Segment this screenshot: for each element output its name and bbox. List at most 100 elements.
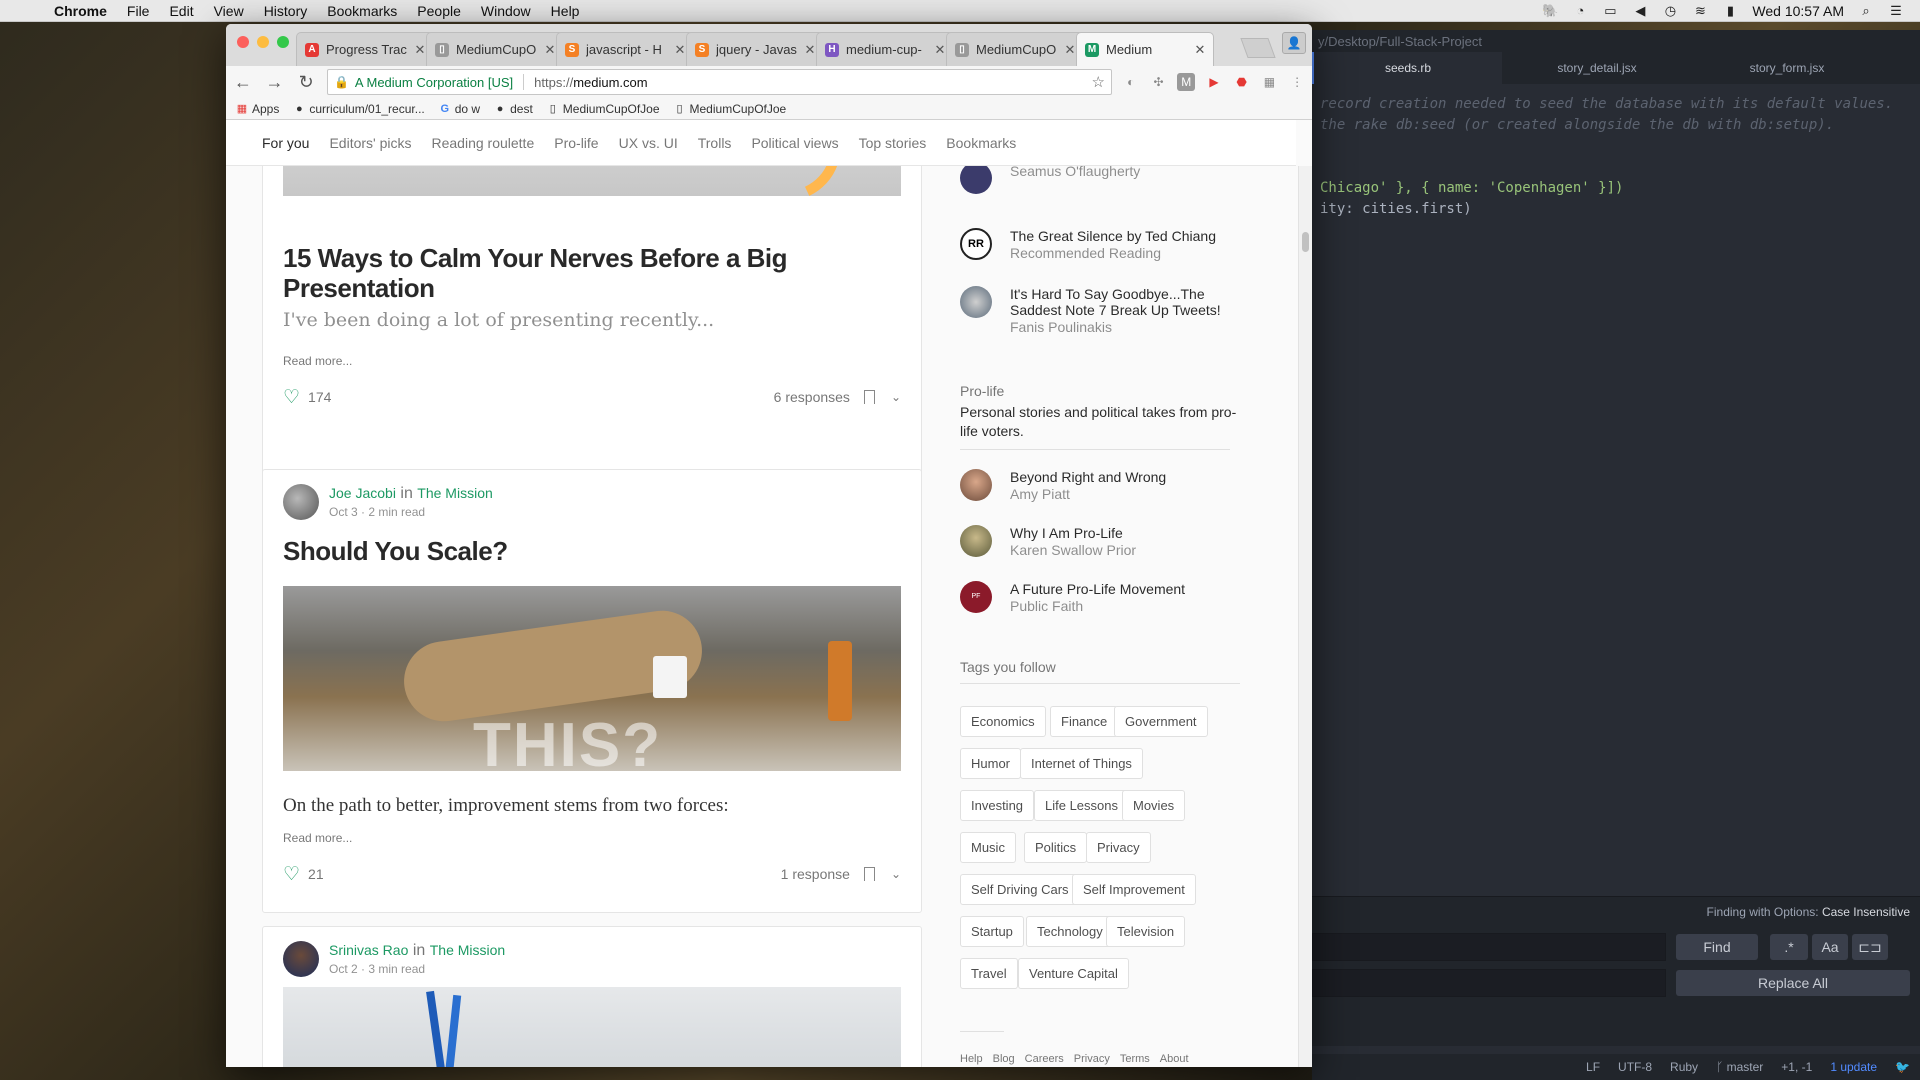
youtube-extension-icon[interactable]: ▶ xyxy=(1205,73,1223,91)
volume-icon[interactable]: ◀ xyxy=(1632,3,1648,18)
tab-close-icon[interactable]: ✕ xyxy=(413,42,427,58)
chevron-down-icon[interactable]: ⌄ xyxy=(891,867,901,881)
airplay-icon[interactable]: ▭ xyxy=(1602,3,1618,18)
tag-self-driving-cars[interactable]: Self Driving Cars xyxy=(960,874,1080,905)
time-machine-icon[interactable]: ◷ xyxy=(1662,3,1678,18)
footer-careers-link[interactable]: Careers xyxy=(1025,1053,1064,1065)
responses-link[interactable]: 1 response xyxy=(781,866,850,882)
site-identity[interactable]: A Medium Corporation [US] xyxy=(355,75,513,90)
git-branch[interactable]: ᚴ master xyxy=(1716,1060,1763,1074)
profile-icon[interactable]: 👤 xyxy=(1282,32,1306,54)
chrome-menu-icon[interactable]: ⋮ xyxy=(1288,73,1306,91)
publication-link[interactable]: The Mission xyxy=(417,485,492,501)
menu-bookmarks[interactable]: Bookmarks xyxy=(317,3,407,19)
nav-top-stories[interactable]: Top stories xyxy=(859,135,927,151)
puzzle-extension-icon[interactable]: ✣ xyxy=(1150,73,1168,91)
nav-ux-vs-ui[interactable]: UX vs. UI xyxy=(619,135,678,151)
tag-startup[interactable]: Startup xyxy=(960,916,1024,947)
reload-icon[interactable]: ↻ xyxy=(295,72,317,93)
browser-tab[interactable]: M Medium ✕ xyxy=(1076,32,1214,66)
new-tab-button[interactable] xyxy=(1240,38,1276,58)
tag-economics[interactable]: Economics xyxy=(960,706,1046,737)
tag-technology[interactable]: Technology xyxy=(1026,916,1114,947)
post-subtitle[interactable]: I've been doing a lot of presenting rece… xyxy=(283,309,714,331)
bookmark-apps[interactable]: ▦ Apps xyxy=(236,102,280,116)
clap-heart-icon[interactable]: ♡ xyxy=(283,863,300,886)
tab-close-icon[interactable]: ✕ xyxy=(933,42,947,58)
extension-icon[interactable]: ◐ xyxy=(1122,73,1140,91)
replace-all-button[interactable]: Replace All xyxy=(1676,970,1910,996)
tab-close-icon[interactable]: ✕ xyxy=(1193,42,1207,58)
find-input[interactable] xyxy=(1312,933,1666,961)
chevron-down-icon[interactable]: ⌄ xyxy=(891,390,901,404)
tag-music[interactable]: Music xyxy=(960,832,1016,863)
grid-extension-icon[interactable]: ▦ xyxy=(1261,73,1279,91)
tag-television[interactable]: Television xyxy=(1106,916,1186,947)
nav-bookmarks[interactable]: Bookmarks xyxy=(946,135,1016,151)
forward-icon[interactable]: → xyxy=(264,72,286,93)
bookmark-curriculum[interactable]: ● curriculum/01_recur... xyxy=(293,102,425,116)
footer-about-link[interactable]: About xyxy=(1160,1053,1189,1065)
replace-input[interactable] xyxy=(1312,969,1666,997)
back-icon[interactable]: ← xyxy=(232,72,254,93)
tab-close-icon[interactable]: ✕ xyxy=(803,42,817,58)
tag-venture-capital[interactable]: Venture Capital xyxy=(1018,958,1129,989)
tab-close-icon[interactable]: ✕ xyxy=(1063,42,1077,58)
menu-view[interactable]: View xyxy=(204,3,254,19)
footer-help-link[interactable]: Help xyxy=(960,1053,983,1065)
tag-government[interactable]: Government xyxy=(1114,706,1208,737)
footer-terms-link[interactable]: Terms xyxy=(1120,1053,1150,1065)
publication-link[interactable]: The Mission xyxy=(430,942,505,958)
wifi-icon[interactable]: ≋ xyxy=(1692,3,1708,18)
bookmark-mediumcupofjoe[interactable]: ▯ MediumCupOfJoe xyxy=(547,102,660,116)
lock-icon[interactable]: 🔒 xyxy=(334,75,349,89)
sidebar-story[interactable]: PF A Future Pro-Life Movement Public Fai… xyxy=(960,581,1185,615)
post-image[interactable]: THIS? xyxy=(283,586,901,771)
nav-for-you[interactable]: For you xyxy=(262,135,309,151)
responses-link[interactable]: 6 responses xyxy=(774,389,850,405)
bookmark-icon[interactable] xyxy=(863,867,875,881)
sidebar-story[interactable]: Seamus O'flaugherty xyxy=(960,162,1140,194)
tab-close-icon[interactable]: ✕ xyxy=(673,42,687,58)
post-excerpt[interactable]: On the path to better, improvement stems… xyxy=(283,795,729,817)
clap-heart-icon[interactable]: ♡ xyxy=(283,386,300,409)
editor-tab-story-form[interactable]: story_form.jsx xyxy=(1692,52,1882,84)
adblock-extension-icon[interactable]: ⬣ xyxy=(1233,73,1251,91)
browser-tab[interactable]: A Progress Trac ✕ xyxy=(296,32,434,66)
nav-political-views[interactable]: Political views xyxy=(751,135,838,151)
tag-investing[interactable]: Investing xyxy=(960,790,1035,821)
nav-trolls[interactable]: Trolls xyxy=(698,135,732,151)
window-maximize-button[interactable] xyxy=(277,36,289,48)
page-scrollbar[interactable] xyxy=(1298,166,1312,1067)
notification-center-icon[interactable]: ☰ xyxy=(1888,3,1904,18)
bookmark-do-w[interactable]: Gdo w xyxy=(439,102,480,116)
menu-history[interactable]: History xyxy=(254,3,318,19)
window-close-button[interactable] xyxy=(237,36,249,48)
tag-privacy[interactable]: Privacy xyxy=(1086,832,1151,863)
case-toggle[interactable]: Aa xyxy=(1812,934,1848,960)
git-diff[interactable]: +1, -1 xyxy=(1781,1060,1812,1074)
author-name[interactable]: Srinivas Rao xyxy=(329,942,408,958)
footer-blog-link[interactable]: Blog xyxy=(993,1053,1015,1065)
story-title[interactable]: A Future Pro-Life Movement xyxy=(1010,581,1185,597)
window-minimize-button[interactable] xyxy=(257,36,269,48)
menubar-clock[interactable]: Wed 10:57 AM xyxy=(1752,3,1844,19)
regex-toggle[interactable]: .* xyxy=(1770,934,1808,960)
nav-editors-picks[interactable]: Editors' picks xyxy=(329,135,411,151)
read-more-link[interactable]: Read more... xyxy=(283,354,352,368)
medium-extension-icon[interactable]: M xyxy=(1177,73,1196,91)
clock-app-icon[interactable]: ◔ xyxy=(1572,3,1588,18)
tag-humor[interactable]: Humor xyxy=(960,748,1022,779)
update-badge[interactable]: 1 update xyxy=(1830,1060,1877,1074)
editor-tab-story-detail[interactable]: story_detail.jsx xyxy=(1502,52,1692,84)
menu-edit[interactable]: Edit xyxy=(159,3,203,19)
browser-tab[interactable]: Sjquery - Javas ✕ xyxy=(686,32,824,66)
menu-help[interactable]: Help xyxy=(541,3,590,19)
line-ending[interactable]: LF xyxy=(1586,1060,1600,1074)
editor-tab-seeds[interactable]: seeds.rb xyxy=(1312,52,1502,84)
story-title[interactable]: The Great Silence by Ted Chiang xyxy=(1010,228,1216,244)
bookmark-icon[interactable] xyxy=(863,390,875,404)
tag-internet-of-things[interactable]: Internet of Things xyxy=(1020,748,1143,779)
browser-tab[interactable]: Hmedium-cup- ✕ xyxy=(816,32,954,66)
sidebar-section-title[interactable]: Pro-life xyxy=(960,383,1004,399)
